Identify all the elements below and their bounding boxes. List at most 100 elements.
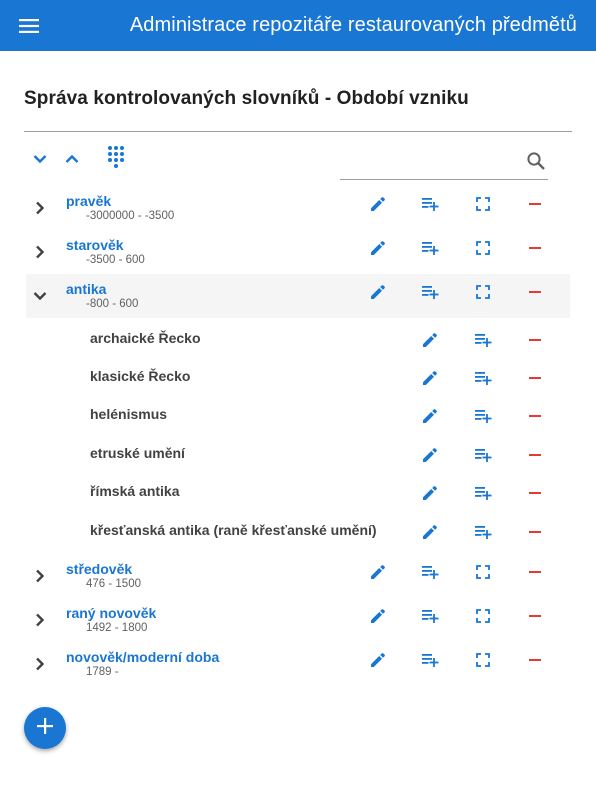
chevron-right-icon[interactable]: [28, 240, 52, 264]
edit-button[interactable]: [366, 280, 390, 304]
tree-item-range: -3500 - 600: [86, 254, 145, 266]
fullscreen-icon: [476, 653, 490, 667]
expand-button[interactable]: [471, 560, 495, 584]
expand-button[interactable]: [471, 604, 495, 628]
delete-button[interactable]: [523, 192, 547, 216]
add-child-button[interactable]: [418, 648, 442, 672]
chevron-down-icon[interactable]: [28, 284, 52, 308]
remove-icon: [528, 570, 542, 574]
delete-button[interactable]: [523, 443, 547, 467]
dialpad-button[interactable]: [102, 145, 130, 173]
playlist-add-icon: [421, 241, 439, 255]
edit-button[interactable]: [418, 481, 442, 505]
chevron-right-icon[interactable]: [28, 196, 52, 220]
edit-icon: [422, 447, 438, 463]
add-child-button[interactable]: [418, 236, 442, 260]
delete-button[interactable]: [523, 280, 547, 304]
edit-button[interactable]: [418, 366, 442, 390]
playlist-add-icon: [421, 285, 439, 299]
expand-button[interactable]: [471, 280, 495, 304]
tree-item-label[interactable]: antika: [66, 281, 106, 297]
delete-button[interactable]: [523, 560, 547, 584]
remove-icon: [528, 290, 542, 294]
tree-row: středověk 476 - 1500: [26, 554, 570, 598]
tree-item-range: 1789 -: [86, 666, 119, 678]
collapse-all-button[interactable]: [58, 146, 86, 174]
edit-icon: [422, 524, 438, 540]
tree-row: novověk/moderní doba 1789 -: [26, 642, 570, 686]
add-child-button[interactable]: [471, 328, 495, 352]
add-child-button[interactable]: [471, 443, 495, 467]
tree-child-label[interactable]: římská antika: [90, 483, 180, 499]
delete-button[interactable]: [523, 366, 547, 390]
tree-child-label[interactable]: archaické Řecko: [90, 330, 201, 346]
tree-child-row: archaické Řecko: [26, 320, 570, 358]
chevron-right-icon[interactable]: [28, 652, 52, 676]
add-child-button[interactable]: [471, 404, 495, 428]
add-button[interactable]: [24, 707, 66, 749]
tree-child-label[interactable]: křesťanská antika (raně křesťanské umění…: [90, 522, 377, 538]
expand-all-button[interactable]: [26, 146, 54, 174]
tree-item-label[interactable]: středověk: [66, 561, 132, 577]
add-child-button[interactable]: [418, 280, 442, 304]
edit-button[interactable]: [418, 443, 442, 467]
edit-button[interactable]: [418, 328, 442, 352]
tree-row: pravěk -3000000 - -3500: [26, 186, 570, 230]
edit-button[interactable]: [366, 192, 390, 216]
tree-child-label[interactable]: etruské umění: [90, 445, 185, 461]
add-child-button[interactable]: [471, 481, 495, 505]
remove-icon: [528, 376, 542, 380]
expand-button[interactable]: [471, 648, 495, 672]
add-child-button[interactable]: [471, 366, 495, 390]
delete-button[interactable]: [523, 604, 547, 628]
title-divider: [24, 131, 572, 132]
remove-icon: [528, 658, 542, 662]
page-title: Správa kontrolovaných slovníků - Období …: [24, 88, 469, 109]
search-input[interactable]: [342, 149, 518, 173]
edit-button[interactable]: [366, 604, 390, 628]
edit-button[interactable]: [366, 648, 390, 672]
menu-icon[interactable]: [15, 12, 43, 40]
add-child-button[interactable]: [471, 520, 495, 544]
edit-icon: [422, 370, 438, 386]
edit-icon: [370, 652, 386, 668]
tree-item-label[interactable]: novověk/moderní doba: [66, 649, 219, 665]
tree-child-row: římská antika: [26, 473, 570, 511]
tree-item-range: 476 - 1500: [86, 578, 141, 590]
add-child-button[interactable]: [418, 192, 442, 216]
edit-button[interactable]: [366, 560, 390, 584]
delete-button[interactable]: [523, 236, 547, 260]
remove-icon: [528, 530, 542, 534]
playlist-add-icon: [421, 197, 439, 211]
search-icon[interactable]: [524, 149, 548, 173]
add-child-button[interactable]: [418, 560, 442, 584]
edit-button[interactable]: [418, 404, 442, 428]
tree-child-row: helénismus: [26, 396, 570, 434]
playlist-add-icon: [474, 371, 492, 385]
delete-button[interactable]: [523, 328, 547, 352]
tree-child-label[interactable]: klasické Řecko: [90, 368, 190, 384]
tree-item-label[interactable]: raný novověk: [66, 605, 156, 621]
tree-item-range: 1492 - 1800: [86, 622, 148, 634]
tree-child-row: etruské umění: [26, 435, 570, 473]
expand-button[interactable]: [471, 236, 495, 260]
edit-button[interactable]: [366, 236, 390, 260]
playlist-add-icon: [474, 486, 492, 500]
delete-button[interactable]: [523, 481, 547, 505]
chevron-right-icon[interactable]: [28, 564, 52, 588]
edit-icon: [370, 284, 386, 300]
tree-child-row: klasické Řecko: [26, 358, 570, 396]
playlist-add-icon: [474, 409, 492, 423]
expand-button[interactable]: [471, 192, 495, 216]
edit-button[interactable]: [418, 520, 442, 544]
delete-button[interactable]: [523, 404, 547, 428]
playlist-add-icon: [474, 333, 492, 347]
delete-button[interactable]: [523, 648, 547, 672]
tree-item-label[interactable]: pravěk: [66, 193, 111, 209]
delete-button[interactable]: [523, 520, 547, 544]
add-child-button[interactable]: [418, 604, 442, 628]
tree-child-label[interactable]: helénismus: [90, 406, 167, 422]
app-title: Administrace repozitáře restaurovaných p…: [129, 14, 577, 36]
chevron-right-icon[interactable]: [28, 608, 52, 632]
tree-item-label[interactable]: starověk: [66, 237, 124, 253]
